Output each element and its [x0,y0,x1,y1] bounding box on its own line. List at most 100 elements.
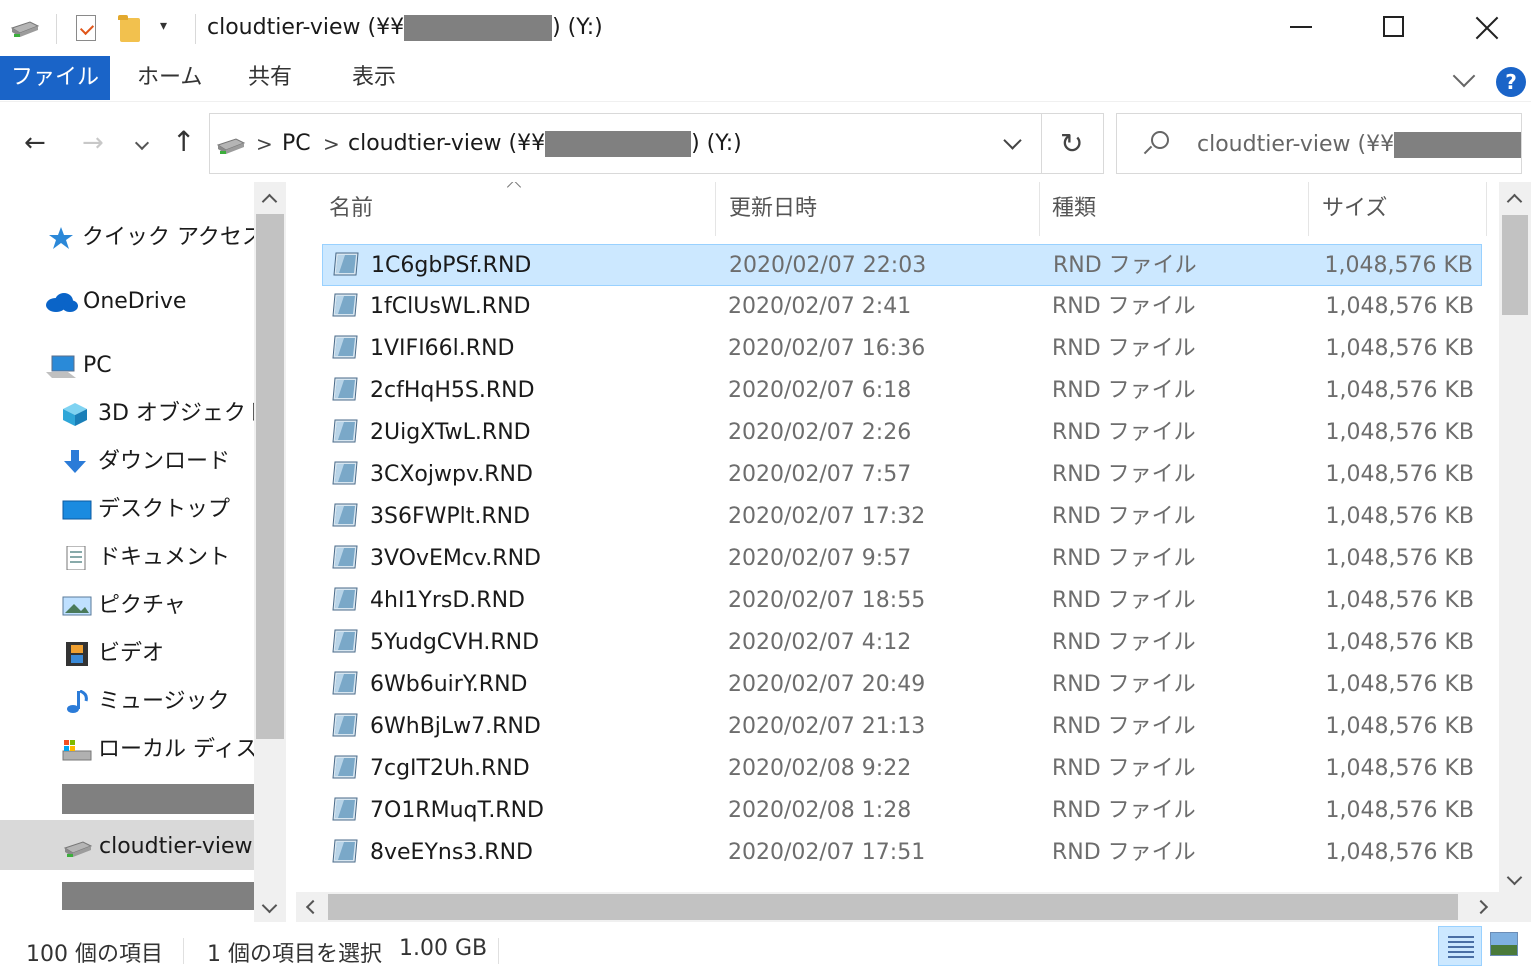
column-divider[interactable] [715,182,716,236]
file-name: 5YudgCVH.RND [370,630,540,655]
nav-quick-access[interactable]: クイック アクセス [48,218,264,258]
nav-music[interactable]: ミュージック [62,682,252,722]
nav-onedrive[interactable]: OneDrive [44,282,244,322]
nav-local-disk[interactable]: ローカル ディスク [62,730,279,770]
redacted-block [545,131,692,157]
file-icon [332,461,358,485]
minimize-button[interactable] [1290,26,1312,28]
nav-pc[interactable]: PC [46,346,246,386]
table-row[interactable]: 3S6FWPlt.RND 2020/02/07 17:32 RND ファイル 1,04… [322,496,1482,538]
column-header-type[interactable]: 種類 [1052,182,1096,238]
file-name: 6WhBjLw7.RND [370,714,541,739]
file-size: 1,048,576 KB [1325,714,1474,739]
scroll-up-icon[interactable] [1506,193,1523,210]
nav-downloads[interactable]: ダウンロード [62,442,252,482]
tab-view[interactable]: 表示 [336,56,412,100]
scroll-up-icon[interactable] [261,193,278,210]
status-divider [498,938,499,964]
scrollbar-thumb[interactable] [1502,215,1528,315]
nav-3d-objects[interactable]: 3D オブジェクト [62,394,268,434]
nav-label: 3D オブジェクト [98,401,268,426]
table-row[interactable]: 8veEYns3.RND 2020/02/07 17:51 RND ファイル 1,04… [322,832,1482,874]
table-row[interactable]: 3CXojwpv.RND 2020/02/07 7:57 RND ファイル 1,048… [322,454,1482,496]
file-icon [332,335,358,359]
search-box[interactable]: cloudtier-view (¥¥ [1116,113,1522,174]
table-row[interactable]: 2UigXTwL.RND 2020/02/07 2:26 RND ファイル 1,048… [322,412,1482,454]
column-header-size[interactable]: サイズ [1322,182,1387,238]
tab-file[interactable]: ファイル [0,56,110,100]
table-row[interactable]: 5YudgCVH.RND 2020/02/07 4:12 RND ファイル 1,048… [322,622,1482,664]
details-view-icon[interactable] [1438,926,1482,966]
scroll-left-icon[interactable] [305,899,321,915]
new-folder-icon[interactable] [118,15,140,42]
table-row[interactable]: 7cgIT2Uh.RND 2020/02/08 9:22 RND ファイル 1,048… [322,748,1482,790]
column-header-date[interactable]: 更新日時 [729,182,817,238]
column-divider[interactable] [1039,182,1040,236]
file-list-horizontal-scrollbar[interactable] [296,892,1499,922]
tab-home[interactable]: ホーム [121,56,218,100]
table-row[interactable]: 3VOvEMcv.RND 2020/02/07 9:57 RND ファイル 1,048… [322,538,1482,580]
back-button[interactable]: ← [24,130,46,156]
table-row[interactable]: 7O1RMuqT.RND 2020/02/08 1:28 RND ファイル 1,048… [322,790,1482,832]
refresh-button[interactable]: ↻ [1060,127,1083,160]
column-divider[interactable] [1308,182,1309,236]
file-icon [332,419,358,443]
nav-label: ドキュメント [98,545,231,570]
up-button[interactable]: ↑ [172,128,195,156]
scroll-down-icon[interactable] [1506,869,1523,886]
help-icon[interactable]: ? [1496,67,1526,97]
nav-label: デスクトップ [98,497,231,522]
address-bar[interactable]: > PC > cloudtier-view (¥¥) (Y:) ↻ [209,113,1104,174]
expand-ribbon-icon[interactable] [1452,64,1476,88]
file-date: 2020/02/07 17:32 [728,504,926,529]
table-row[interactable]: 1C6gbPSf.RND 2020/02/07 22:03 RND ファイル 1,04… [322,244,1482,286]
nav-desktop[interactable]: デスクトップ [62,490,252,530]
nav-pictures[interactable]: ピクチャ [62,586,252,626]
breadcrumb-drive[interactable]: cloudtier-view (¥¥) (Y:) [348,131,742,157]
selection-size: 1.00 GB [399,936,488,961]
close-button[interactable] [1473,14,1501,42]
maximize-button[interactable] [1383,16,1404,37]
file-size: 1,048,576 KB [1325,336,1474,361]
scroll-right-icon[interactable] [1473,899,1489,915]
breadcrumb-separator[interactable]: > [323,132,340,156]
file-size: 1,048,576 KB [1325,378,1474,403]
file-date: 2020/02/07 2:41 [728,294,912,319]
file-type: RND ファイル [1052,672,1196,697]
nav-label: OneDrive [83,289,187,314]
table-row[interactable]: 1fClUsWL.RND 2020/02/07 2:41 RND ファイル 1,048… [322,286,1482,328]
download-icon [64,450,86,473]
navigation-pane-scrollbar[interactable] [254,182,286,922]
document-icon [66,546,86,570]
nav-label: ピクチャ [98,593,186,618]
tab-share[interactable]: 共有 [232,56,308,100]
column-header-name[interactable]: 名前 [329,182,373,238]
forward-button[interactable]: → [82,130,104,156]
large-icons-view-icon[interactable] [1490,932,1518,956]
quick-access-dropdown-icon[interactable]: ▾ [160,18,167,34]
file-icon [332,629,358,653]
table-row[interactable]: 6Wb6uirY.RND 2020/02/07 20:49 RND ファイル 1,04… [322,664,1482,706]
nav-videos[interactable]: ビデオ [62,634,252,674]
table-row[interactable]: 1VIFI66l.RND 2020/02/07 16:36 RND ファイル 1,04… [322,328,1482,370]
scroll-down-icon[interactable] [261,897,278,914]
nav-cloudtier-drive[interactable]: cloudtier-view [62,827,254,867]
file-list-vertical-scrollbar[interactable] [1499,182,1531,892]
file-date: 2020/02/07 2:26 [728,420,912,445]
file-date: 2020/02/07 17:51 [728,840,926,865]
table-row[interactable]: 4hI1YrsD.RND 2020/02/07 18:55 RND ファイル 1,04… [322,580,1482,622]
scrollbar-thumb[interactable] [256,214,284,739]
nav-documents[interactable]: ドキュメント [62,538,252,578]
address-history-dropdown-icon[interactable] [1003,131,1022,150]
recent-locations-icon[interactable] [134,135,150,151]
column-divider[interactable] [1486,182,1487,236]
file-icon [332,377,358,401]
table-row[interactable]: 6WhBjLw7.RND 2020/02/07 21:13 RND ファイル 1,04… [322,706,1482,748]
network-drive-icon[interactable] [10,18,40,38]
table-row[interactable]: 2cfHqH5S.RND 2020/02/07 6:18 RND ファイル 1,048… [322,370,1482,412]
breadcrumb-pc[interactable]: PC [282,131,311,156]
scrollbar-thumb[interactable] [328,894,1458,920]
properties-icon[interactable] [76,15,96,41]
breadcrumb-separator[interactable]: > [256,132,273,156]
file-type: RND ファイル [1052,378,1196,403]
